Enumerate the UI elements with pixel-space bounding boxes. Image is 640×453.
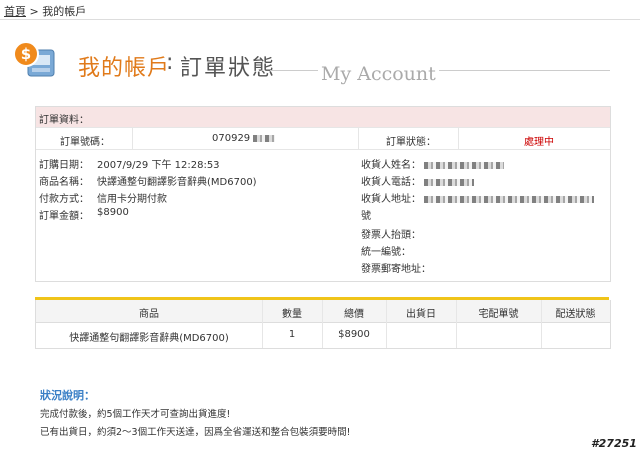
- title-colon: :: [166, 50, 174, 75]
- column-header-ship-date: 出貨日: [406, 309, 436, 320]
- breadcrumb-divider: [0, 19, 640, 20]
- order-section-header: 訂單資料：: [36, 107, 610, 127]
- divider: [132, 127, 133, 149]
- order-amount-label: 訂單金額：: [39, 211, 89, 222]
- recipient-phone-label: 收貨人電話：: [361, 173, 474, 188]
- product-name-value: 快譯通整句翻譯影音辭典(MD6700): [97, 177, 257, 188]
- notes-line-2: 已有出貨日，約須2～3個工作天送達，因爲全省運送和整合包裝須要時間!: [40, 427, 351, 438]
- column-header-tracking: 宅配單號: [478, 309, 519, 320]
- invoice-address-label: 發票郵寄地址：: [361, 264, 431, 275]
- breadcrumb-separator: >: [29, 5, 39, 18]
- svg-text:$: $: [21, 45, 31, 63]
- breadcrumb: 首頁 > 我的帳戶: [4, 3, 86, 19]
- redacted-mask: [253, 134, 276, 142]
- redacted-mask: [424, 161, 504, 169]
- column-header-product: 商品: [139, 309, 159, 320]
- order-date-value: 2007/9/29 下午 12:28:53: [97, 160, 220, 171]
- divider: [36, 127, 610, 128]
- divider: [458, 127, 459, 149]
- column-header-total: 總價: [344, 309, 364, 320]
- page-subtitle: 訂單狀態: [180, 56, 277, 81]
- divider: [358, 127, 359, 149]
- order-number-value: 070929: [212, 133, 276, 144]
- order-status-label: 訂單狀態：: [386, 137, 436, 148]
- column-header-quantity: 數量: [282, 309, 302, 320]
- divider: [36, 149, 610, 150]
- account-icon: $: [13, 41, 55, 77]
- breadcrumb-current: 我的帳戶: [42, 5, 87, 18]
- product-name-label: 商品名稱：: [39, 177, 89, 188]
- tax-id-label: 統一編號：: [361, 247, 411, 258]
- recipient-name-label: 收貨人姓名：: [361, 156, 504, 171]
- order-number-label: 訂單號碼：: [60, 137, 110, 148]
- redacted-mask: [424, 195, 594, 203]
- page-title-english: My Account: [318, 63, 439, 85]
- table-cell-total: $8900: [338, 329, 370, 340]
- order-amount-value: $8900: [97, 207, 129, 218]
- payment-method-value: 信用卡分期付款: [97, 194, 167, 205]
- order-info-panel: 訂單資料： 訂單號碼： 070929 訂單狀態： 處理中 訂購日期： 2007/…: [35, 106, 611, 282]
- order-date-label: 訂購日期：: [39, 160, 89, 171]
- order-status-value: 處理中: [524, 137, 554, 148]
- page-title: 我的帳戶: [78, 56, 171, 81]
- order-items-table: 商品 數量 總價 出貨日 宅配單號 配送狀態 快譯通整句翻譯影音辭典(MD670…: [35, 300, 611, 349]
- notes-line-1: 完成付款後，約5個工作天才可查詢出貨進度!: [40, 409, 231, 420]
- table-cell-quantity: 1: [288, 329, 296, 340]
- watermark: #27251: [591, 437, 637, 450]
- redacted-mask: [424, 178, 474, 186]
- notes-title: 狀況說明：: [40, 389, 95, 402]
- recipient-address-suffix: 號: [361, 211, 371, 222]
- invoice-title-label: 發票人抬頭：: [361, 230, 421, 241]
- column-header-delivery-status: 配送狀態: [555, 309, 596, 320]
- table-cell-product: 快譯通整句翻譯影音辭典(MD6700): [69, 333, 229, 344]
- breadcrumb-home-link[interactable]: 首頁: [4, 5, 26, 18]
- recipient-address-label: 收貨人地址：: [361, 190, 594, 205]
- payment-method-label: 付款方式：: [39, 194, 89, 205]
- order-section-title: 訂單資料：: [39, 115, 89, 126]
